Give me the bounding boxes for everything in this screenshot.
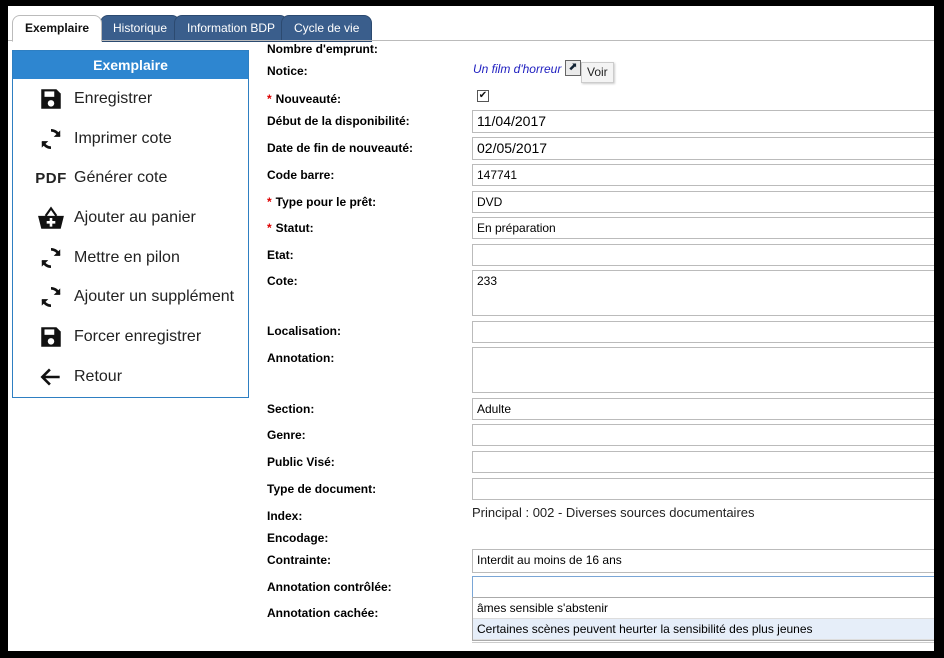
tab-information-bdp[interactable]: Information BDP bbox=[174, 15, 289, 42]
refresh-icon bbox=[31, 126, 71, 152]
sidebar-item-generer-cote[interactable]: PDF Générer cote bbox=[13, 158, 248, 198]
tab-exemplaire[interactable]: Exemplaire bbox=[12, 15, 103, 42]
label-text: Type pour le prêt: bbox=[275, 195, 377, 209]
label-index: Index: bbox=[267, 509, 303, 523]
sidebar-item-mettre-en-pilon[interactable]: Mettre en pilon bbox=[13, 238, 248, 278]
tab-cycle-de-vie[interactable]: Cycle de vie bbox=[281, 15, 373, 42]
sidebar-item-enregistrer[interactable]: Enregistrer bbox=[13, 79, 248, 119]
label-cote: Cote: bbox=[267, 274, 298, 288]
debut-disponibilite-input[interactable]: 11/04/2017 bbox=[472, 110, 934, 133]
label-section: Section: bbox=[267, 402, 315, 416]
label-text: Statut: bbox=[275, 221, 314, 235]
localisation-input[interactable] bbox=[472, 321, 934, 343]
label-statut: * Statut: bbox=[267, 221, 314, 235]
sidebar-item-label: Générer cote bbox=[74, 169, 168, 187]
label-nouveaute: * Nouveauté: bbox=[267, 92, 341, 106]
arrow-left-icon bbox=[31, 364, 71, 390]
contrainte-select[interactable]: Interdit au moins de 16 ans bbox=[472, 549, 934, 573]
annotation-textarea[interactable] bbox=[472, 347, 934, 393]
sidebar-item-label: Ajouter un supplément bbox=[74, 288, 235, 306]
index-value: Principal : 002 - Diverses sources docum… bbox=[472, 505, 755, 520]
fin-nouveaute-input[interactable]: 02/05/2017 bbox=[472, 137, 934, 160]
label-encodage: Encodage: bbox=[267, 531, 329, 545]
dropdown-option[interactable]: Certaines scènes peuvent heurter la sens… bbox=[473, 619, 934, 640]
label-code-barre: Code barre: bbox=[267, 168, 335, 182]
refresh-icon bbox=[31, 284, 71, 310]
voir-button[interactable]: Voir bbox=[581, 62, 614, 83]
label-localisation: Localisation: bbox=[267, 324, 342, 338]
sidebar-item-label: Imprimer cote bbox=[74, 129, 172, 147]
required-marker: * bbox=[267, 92, 272, 106]
annotation-controlee-input[interactable] bbox=[472, 576, 934, 598]
label-genre: Genre: bbox=[267, 428, 306, 442]
code-barre-input[interactable]: 147741 bbox=[472, 164, 934, 186]
sidebar-item-forcer-enregistrer[interactable]: Forcer enregistrer bbox=[13, 317, 248, 357]
nouveaute-checkbox[interactable]: ✔ bbox=[477, 90, 489, 102]
label-text: Nouveauté: bbox=[275, 92, 342, 106]
tab-divider bbox=[8, 40, 934, 41]
label-annotation: Annotation: bbox=[267, 351, 335, 365]
sidebar-item-label: Enregistrer bbox=[74, 89, 153, 107]
sidebar-item-label: Mettre en pilon bbox=[74, 248, 180, 266]
cote-textarea[interactable]: 233 bbox=[472, 270, 934, 316]
annotation-controlee-dropdown: âmes sensible s'abstenir Certaines scène… bbox=[472, 597, 934, 641]
app-window: Exemplaire Historique Information BDP Cy… bbox=[8, 6, 934, 651]
action-sidebar: Exemplaire Enregistrer Imprimer cote PDF… bbox=[12, 50, 249, 398]
external-link-icon[interactable]: ⬈ bbox=[565, 60, 581, 76]
statut-select[interactable]: En préparation bbox=[472, 217, 934, 239]
label-debut-disponibilite: Début de la disponibilité: bbox=[267, 114, 410, 128]
tab-bar: Exemplaire Historique Information BDP Cy… bbox=[8, 15, 934, 42]
label-annotation-cachee: Annotation cachée: bbox=[267, 606, 379, 620]
section-select[interactable]: Adulte bbox=[472, 398, 934, 420]
type-document-input[interactable] bbox=[472, 478, 934, 500]
pdf-icon: PDF bbox=[35, 169, 67, 187]
sidebar-item-label: Ajouter au panier bbox=[74, 208, 196, 226]
public-vise-input[interactable] bbox=[472, 451, 934, 473]
save-icon bbox=[31, 324, 71, 350]
label-type-pret: * Type pour le prêt: bbox=[267, 195, 376, 209]
required-marker: * bbox=[267, 221, 272, 235]
etat-input[interactable] bbox=[472, 244, 934, 266]
sidebar-item-ajouter-au-panier[interactable]: Ajouter au panier bbox=[13, 198, 248, 238]
refresh-icon bbox=[31, 245, 71, 271]
sidebar-title: Exemplaire bbox=[13, 51, 248, 79]
label-nombre-emprunt: Nombre d'emprunt: bbox=[267, 42, 378, 56]
label-fin-nouveaute: Date de fin de nouveauté: bbox=[267, 141, 414, 155]
tab-historique[interactable]: Historique bbox=[100, 15, 181, 42]
genre-input[interactable] bbox=[472, 424, 934, 446]
label-etat: Etat: bbox=[267, 248, 294, 262]
annotation-cachee-field-edge bbox=[472, 642, 934, 643]
label-notice: Notice: bbox=[267, 64, 308, 78]
label-annotation-controlee: Annotation contrôlée: bbox=[267, 580, 392, 594]
sidebar-item-ajouter-supplement[interactable]: Ajouter un supplément bbox=[13, 277, 248, 317]
label-contrainte: Contrainte: bbox=[267, 553, 331, 567]
save-icon bbox=[31, 86, 71, 112]
label-public-vise: Public Visé: bbox=[267, 455, 335, 469]
basket-add-icon bbox=[31, 205, 71, 231]
sidebar-item-retour[interactable]: Retour bbox=[13, 357, 248, 397]
sidebar-item-label: Retour bbox=[74, 367, 123, 385]
sidebar-item-imprimer-cote[interactable]: Imprimer cote bbox=[13, 119, 248, 159]
type-pret-select[interactable]: DVD bbox=[472, 191, 934, 213]
required-marker: * bbox=[267, 195, 272, 209]
dropdown-option[interactable]: âmes sensible s'abstenir bbox=[473, 598, 934, 619]
label-type-document: Type de document: bbox=[267, 482, 377, 496]
notice-link[interactable]: Un film d'horreur bbox=[473, 62, 561, 76]
sidebar-item-label: Forcer enregistrer bbox=[74, 327, 202, 345]
